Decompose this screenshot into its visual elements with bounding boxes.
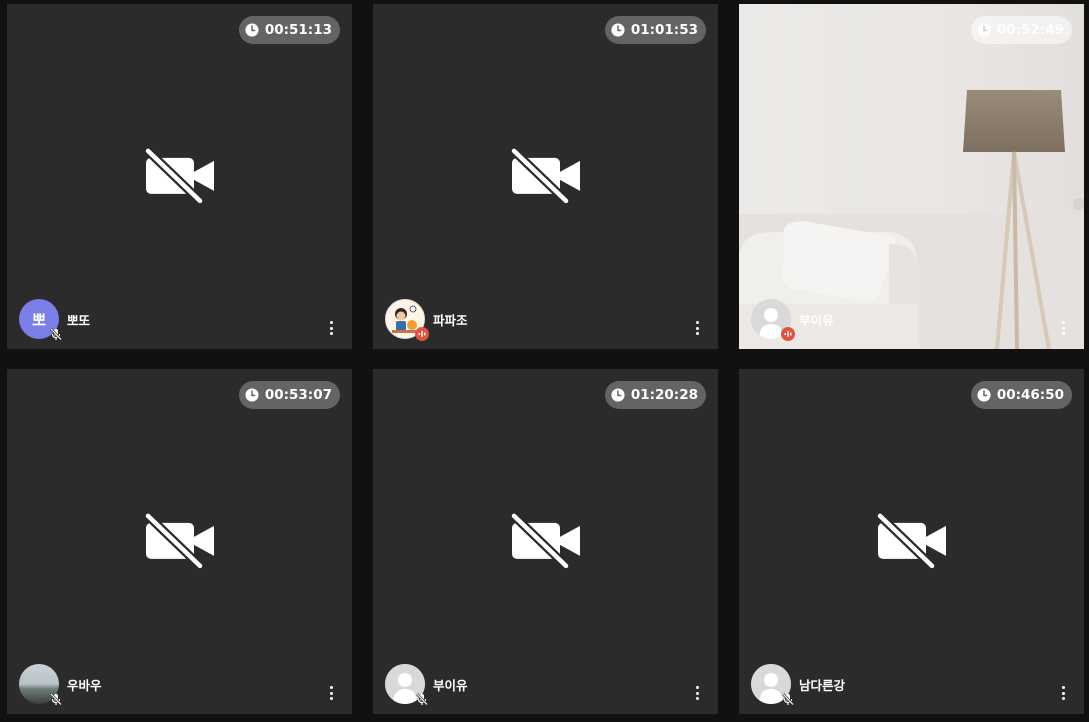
- participant-grid: 00:51:13 뽀 뽀또 01:01:53 파파조 00:52:49 부이유 …: [0, 0, 1089, 722]
- timer-text: 01:20:28: [630, 387, 698, 403]
- camera-off-icon: [143, 147, 214, 204]
- clock-icon: [977, 388, 991, 402]
- timer-text: 01:01:53: [630, 22, 698, 38]
- participant-tile[interactable]: 00:53:07 우바우: [7, 369, 352, 714]
- avatar[interactable]: [751, 664, 794, 706]
- avatar[interactable]: [385, 299, 429, 341]
- participant-name: 부이유: [433, 677, 468, 693]
- participant-name: 부이유: [799, 312, 834, 328]
- participant-name: 뽀또: [67, 312, 91, 328]
- participant-info: 우바우: [19, 664, 102, 706]
- participant-info: 부이유: [385, 664, 468, 706]
- timer-text: 00:46:50: [996, 387, 1064, 403]
- more-options-icon[interactable]: [1060, 686, 1066, 700]
- mic-off-icon: [49, 692, 63, 706]
- participant-name: 파파조: [433, 312, 468, 328]
- avatar[interactable]: [751, 299, 795, 341]
- timer-text: 00:52:49: [996, 22, 1064, 38]
- speaking-icon: [781, 327, 795, 341]
- more-options-icon[interactable]: [694, 321, 700, 335]
- more-options-icon[interactable]: [1060, 321, 1066, 335]
- camera-off-icon: [875, 512, 946, 569]
- clock-icon: [977, 23, 991, 37]
- avatar[interactable]: 뽀: [19, 299, 62, 341]
- participant-info: 부이유: [751, 299, 834, 341]
- elapsed-timer: 00:52:49: [970, 16, 1072, 44]
- timer-text: 00:53:07: [264, 387, 332, 403]
- speaking-icon: [415, 327, 429, 341]
- clock-icon: [611, 388, 625, 402]
- participant-info: 남다른강: [751, 664, 846, 706]
- camera-video-feed: [739, 4, 1084, 349]
- participant-tile[interactable]: 00:52:49 부이유: [739, 4, 1084, 349]
- avatar[interactable]: [385, 664, 428, 706]
- camera-off-icon: [509, 147, 580, 204]
- avatar[interactable]: [19, 664, 62, 706]
- participant-tile[interactable]: 00:46:50 남다른강: [739, 369, 1084, 714]
- participant-tile[interactable]: 01:20:28 부이유: [373, 369, 718, 714]
- participant-tile[interactable]: 00:51:13 뽀 뽀또: [7, 4, 352, 349]
- participant-info: 파파조: [385, 299, 468, 341]
- participant-info: 뽀 뽀또: [19, 299, 91, 341]
- elapsed-timer: 00:53:07: [238, 381, 340, 409]
- mic-off-icon: [781, 692, 795, 706]
- camera-off-icon: [509, 512, 580, 569]
- clock-icon: [245, 388, 259, 402]
- mic-off-icon: [415, 692, 429, 706]
- more-options-icon[interactable]: [694, 686, 700, 700]
- timer-text: 00:51:13: [264, 22, 332, 38]
- clock-icon: [245, 23, 259, 37]
- more-options-icon[interactable]: [328, 321, 334, 335]
- more-options-icon[interactable]: [328, 686, 334, 700]
- clock-icon: [611, 23, 625, 37]
- participant-name: 우바우: [67, 677, 102, 693]
- elapsed-timer: 00:46:50: [970, 381, 1072, 409]
- elapsed-timer: 00:51:13: [238, 16, 340, 44]
- camera-off-icon: [143, 512, 214, 569]
- mic-off-icon: [49, 327, 63, 341]
- participant-tile[interactable]: 01:01:53 파파조: [373, 4, 718, 349]
- participant-name: 남다른강: [799, 677, 846, 693]
- elapsed-timer: 01:01:53: [604, 16, 706, 44]
- elapsed-timer: 01:20:28: [604, 381, 706, 409]
